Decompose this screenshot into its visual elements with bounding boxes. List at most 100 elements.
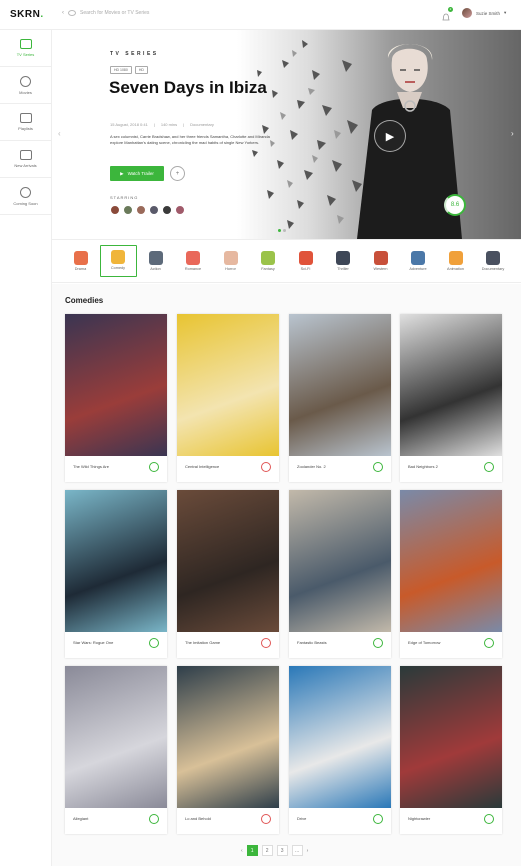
movie-card[interactable]: Star Wars: Rogue One: [65, 490, 167, 658]
cast-avatar[interactable]: [136, 205, 146, 215]
carousel-prev-icon[interactable]: ‹: [58, 129, 61, 138]
genre-western[interactable]: Western: [362, 247, 399, 277]
quality-tag: HD: [134, 66, 148, 74]
sidebar-item-movies[interactable]: Movies: [0, 67, 51, 104]
movie-poster[interactable]: [177, 666, 279, 808]
movie-card[interactable]: Allegiant: [65, 666, 167, 834]
movie-card[interactable]: Lo and Behold: [177, 666, 279, 834]
avatar: [462, 8, 472, 18]
genre-icon: [373, 251, 388, 265]
page-button[interactable]: 3: [276, 845, 288, 856]
carousel-dot[interactable]: [283, 229, 286, 232]
page-button[interactable]: 2: [261, 845, 273, 856]
genre-label: Action: [150, 267, 161, 271]
movie-poster[interactable]: [289, 666, 391, 808]
logo[interactable]: SKRN.: [10, 9, 44, 20]
movie-title[interactable]: Fantastic Beasts: [297, 640, 327, 645]
sidebar-item-label: Coming Soon: [13, 200, 38, 206]
genre-icon: [111, 250, 125, 264]
movie-poster[interactable]: [400, 666, 502, 808]
genre-romance[interactable]: Romance: [175, 247, 212, 277]
add-to-playlist-button[interactable]: +: [170, 166, 185, 181]
movie-title[interactable]: Lo and Behold: [185, 816, 211, 821]
genre-fantasy[interactable]: Fantasy: [250, 247, 287, 277]
cast-avatar[interactable]: [175, 205, 185, 215]
movie-card[interactable]: Bad Neighbors 2: [400, 314, 502, 482]
movie-title[interactable]: Central Intelligence: [185, 464, 219, 469]
notification-badge: 2: [448, 7, 453, 12]
genre-label: Comedy: [110, 266, 126, 270]
page-button[interactable]: …: [291, 845, 303, 856]
notifications-bell-icon[interactable]: 2: [442, 7, 453, 21]
pagination-prev[interactable]: ‹: [241, 848, 243, 854]
movie-title[interactable]: The Imitation Game: [185, 640, 220, 645]
movie-title[interactable]: Star Wars: Rogue One: [73, 640, 113, 645]
genre-action[interactable]: Action: [137, 247, 174, 277]
hero-meta: 15 August, 2018 0:41 | 140 mins | Docume…: [110, 122, 214, 127]
sidebar-item-coming-soon[interactable]: Coming Soon: [0, 178, 51, 215]
movie-title[interactable]: Edge of Tomorrow: [408, 640, 440, 645]
movie-poster[interactable]: [400, 490, 502, 632]
genre-thriller[interactable]: Thriller: [325, 247, 362, 277]
movie-poster[interactable]: [289, 490, 391, 632]
movie-card[interactable]: Fantastic Beasts: [289, 490, 391, 658]
pagination-next[interactable]: ›: [307, 848, 309, 854]
sidebar-item-new-arrivals[interactable]: New Arrivals: [0, 141, 51, 178]
movie-card[interactable]: The Wild Things Are: [65, 314, 167, 482]
movie-poster[interactable]: [289, 314, 391, 456]
genre-label: Sci-Fi: [300, 267, 311, 271]
genre-drama[interactable]: Drama: [62, 247, 99, 277]
movie-poster[interactable]: [65, 490, 167, 632]
movie-title[interactable]: The Wild Things Are: [73, 464, 109, 469]
carousel-dot[interactable]: [278, 229, 281, 232]
genre-sci-fi[interactable]: Sci-Fi: [287, 247, 324, 277]
genre-bar: Drama Comedy Action Romance Horror Fantasy Sci…: [52, 239, 521, 283]
movie-poster[interactable]: [65, 666, 167, 808]
movie-title[interactable]: Allegiant: [73, 816, 88, 821]
carousel-next-icon[interactable]: ›: [511, 129, 514, 138]
movie-card[interactable]: Edge of Tomorrow: [400, 490, 502, 658]
cast-avatar[interactable]: [149, 205, 159, 215]
movie-title[interactable]: Zoolander No. 2: [297, 464, 326, 469]
cast-avatar[interactable]: [123, 205, 133, 215]
movie-title[interactable]: Bad Neighbors 2: [408, 464, 438, 469]
genre-label: Adventure: [409, 267, 427, 271]
search-input[interactable]: Search for Movies or TV Series: [80, 10, 149, 16]
play-video-button[interactable]: ▶: [374, 120, 406, 152]
page-button[interactable]: 1: [246, 845, 258, 856]
search-icon: [68, 10, 76, 16]
movie-card[interactable]: Central Intelligence: [177, 314, 279, 482]
genre-label: Thriller: [337, 267, 349, 271]
sidebar-item-playlists[interactable]: Playlists: [0, 104, 51, 141]
genre-comedy[interactable]: Comedy: [99, 245, 137, 277]
cast-avatar[interactable]: [110, 205, 120, 215]
movie-poster[interactable]: [65, 314, 167, 456]
genre-label: Documentary: [481, 267, 505, 271]
chevron-left-icon[interactable]: ‹: [62, 10, 64, 16]
user-menu[interactable]: Suzie Smith ▾: [462, 8, 506, 18]
genre-animation[interactable]: Animation: [437, 247, 474, 277]
movie-card[interactable]: Drive: [289, 666, 391, 834]
watch-trailer-button[interactable]: ▶ Watch Trailer: [110, 166, 164, 181]
movie-title[interactable]: Nightcrawler: [408, 816, 430, 821]
movie-card[interactable]: Nightcrawler: [400, 666, 502, 834]
sidebar-item-tv-series[interactable]: TV Series: [0, 30, 51, 67]
movie-poster[interactable]: [177, 490, 279, 632]
cast-avatar[interactable]: [162, 205, 172, 215]
genre-documentary[interactable]: Documentary: [475, 247, 512, 277]
search-bar[interactable]: ‹ Search for Movies or TV Series: [62, 10, 149, 16]
genre-icon: [336, 251, 350, 265]
tv-icon: [19, 39, 32, 49]
sidebar-item-label: Playlists: [18, 126, 33, 131]
movie-card[interactable]: The Imitation Game: [177, 490, 279, 658]
movie-poster[interactable]: [400, 314, 502, 456]
sidebar-item-label: Movies: [19, 89, 32, 95]
sidebar-item-label: New Arrivals: [14, 163, 37, 168]
movie-title[interactable]: Drive: [297, 816, 306, 821]
genre-icon: [486, 251, 500, 265]
genre-horror[interactable]: Horror: [212, 247, 249, 277]
genre-label: Documentary: [190, 122, 214, 127]
movie-poster[interactable]: [177, 314, 279, 456]
genre-adventure[interactable]: Adventure: [400, 247, 437, 277]
movie-card[interactable]: Zoolander No. 2: [289, 314, 391, 482]
